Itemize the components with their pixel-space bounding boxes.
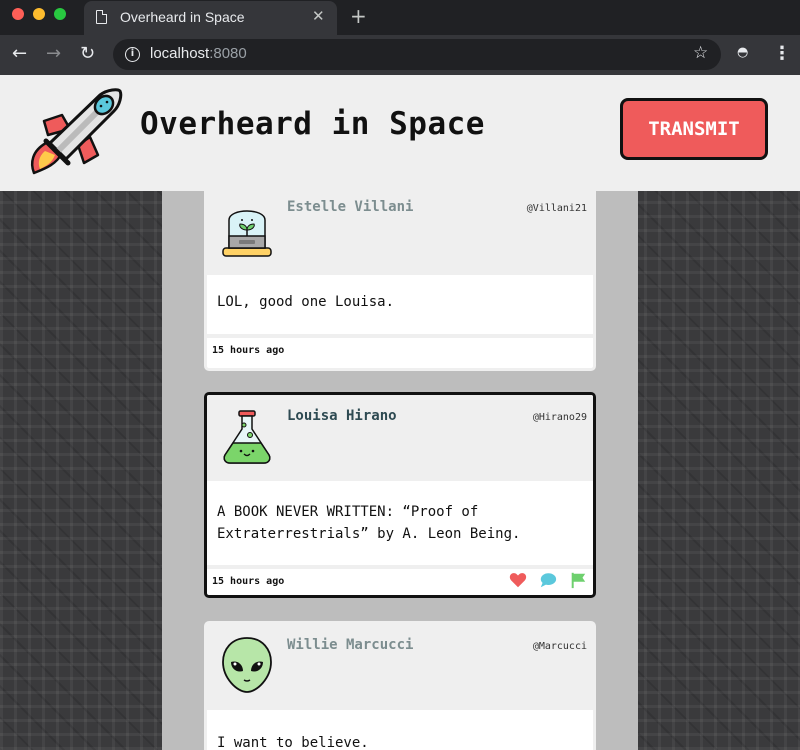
post-text: I want to believe. <box>217 735 369 750</box>
incognito-icon[interactable]: ◓ <box>737 45 748 60</box>
page-background: Overheard in Space TRANSMIT Estelle Vill… <box>0 75 800 750</box>
rocket-icon <box>30 88 123 175</box>
transmit-button[interactable]: TRANSMIT <box>620 98 768 160</box>
post-text: A BOOK NEVER WRITTEN: “Proof of Extrater… <box>217 504 521 542</box>
new-tab-icon[interactable]: + <box>350 4 367 28</box>
url-port: :8080 <box>209 45 247 62</box>
flask-icon <box>223 410 271 464</box>
post-text: LOL, good one Louisa. <box>217 294 395 310</box>
flag-icon[interactable] <box>569 571 587 589</box>
window-minimize-button[interactable] <box>33 8 45 20</box>
tab-title: Overheard in Space <box>120 9 245 25</box>
post-footer: 15 hours ago <box>207 565 593 595</box>
menu-dots-icon[interactable]: ⋮ <box>773 43 791 64</box>
reload-icon[interactable]: ↻ <box>80 43 95 65</box>
heart-icon[interactable] <box>509 571 527 589</box>
author-handle[interactable]: @Villani21 <box>527 203 587 214</box>
site-title: Overheard in Space <box>140 106 485 142</box>
url-text[interactable]: localhost:8080 <box>150 45 247 62</box>
feed: Estelle Villani @Villani21 LOL, good one… <box>162 191 638 750</box>
back-arrow-icon[interactable]: ← <box>12 43 27 65</box>
post-timestamp: 15 hours ago <box>212 576 285 587</box>
page-icon <box>96 10 107 24</box>
post-header: Louisa Hirano @Hirano29 <box>207 395 593 481</box>
browser-toolbar: ← → ↻ i localhost:8080 ☆ <box>0 35 800 75</box>
info-icon[interactable]: i <box>125 47 140 62</box>
browser-tab[interactable]: Overheard in Space ✕ <box>84 1 337 35</box>
post-actions <box>509 571 587 589</box>
comment-icon[interactable] <box>539 571 557 589</box>
post-footer: 15 hours ago <box>207 334 593 364</box>
browser-tab-bar: Overheard in Space ✕ + <box>0 0 800 35</box>
plant-jar-icon <box>222 210 272 257</box>
author-name[interactable]: Estelle Villani <box>287 199 413 215</box>
url-host: localhost <box>150 45 210 62</box>
author-handle[interactable]: @Hirano29 <box>533 412 587 423</box>
tab-close-icon[interactable]: ✕ <box>312 7 325 25</box>
author-name[interactable]: Willie Marcucci <box>287 637 413 653</box>
author-name[interactable]: Louisa Hirano <box>287 408 397 424</box>
post-card: Estelle Villani @Villani21 LOL, good one… <box>204 191 596 371</box>
post-card: Willie Marcucci @Marcucci I want to beli… <box>204 621 596 750</box>
window-zoom-button[interactable] <box>54 8 66 20</box>
site-header: Overheard in Space TRANSMIT <box>0 75 800 191</box>
window-close-button[interactable] <box>12 8 24 20</box>
author-handle[interactable]: @Marcucci <box>533 641 587 652</box>
post-header: Willie Marcucci @Marcucci <box>207 624 593 710</box>
post-header: Estelle Villani @Villani21 <box>207 191 593 275</box>
post-card-active[interactable]: Louisa Hirano @Hirano29 A BOOK NEVER WRI… <box>204 392 596 598</box>
post-timestamp: 15 hours ago <box>212 345 285 356</box>
address-bar[interactable]: i localhost:8080 ☆ <box>113 39 721 70</box>
alien-icon <box>222 637 272 693</box>
bookmark-star-icon[interactable]: ☆ <box>693 43 708 63</box>
forward-arrow-icon[interactable]: → <box>46 43 61 65</box>
